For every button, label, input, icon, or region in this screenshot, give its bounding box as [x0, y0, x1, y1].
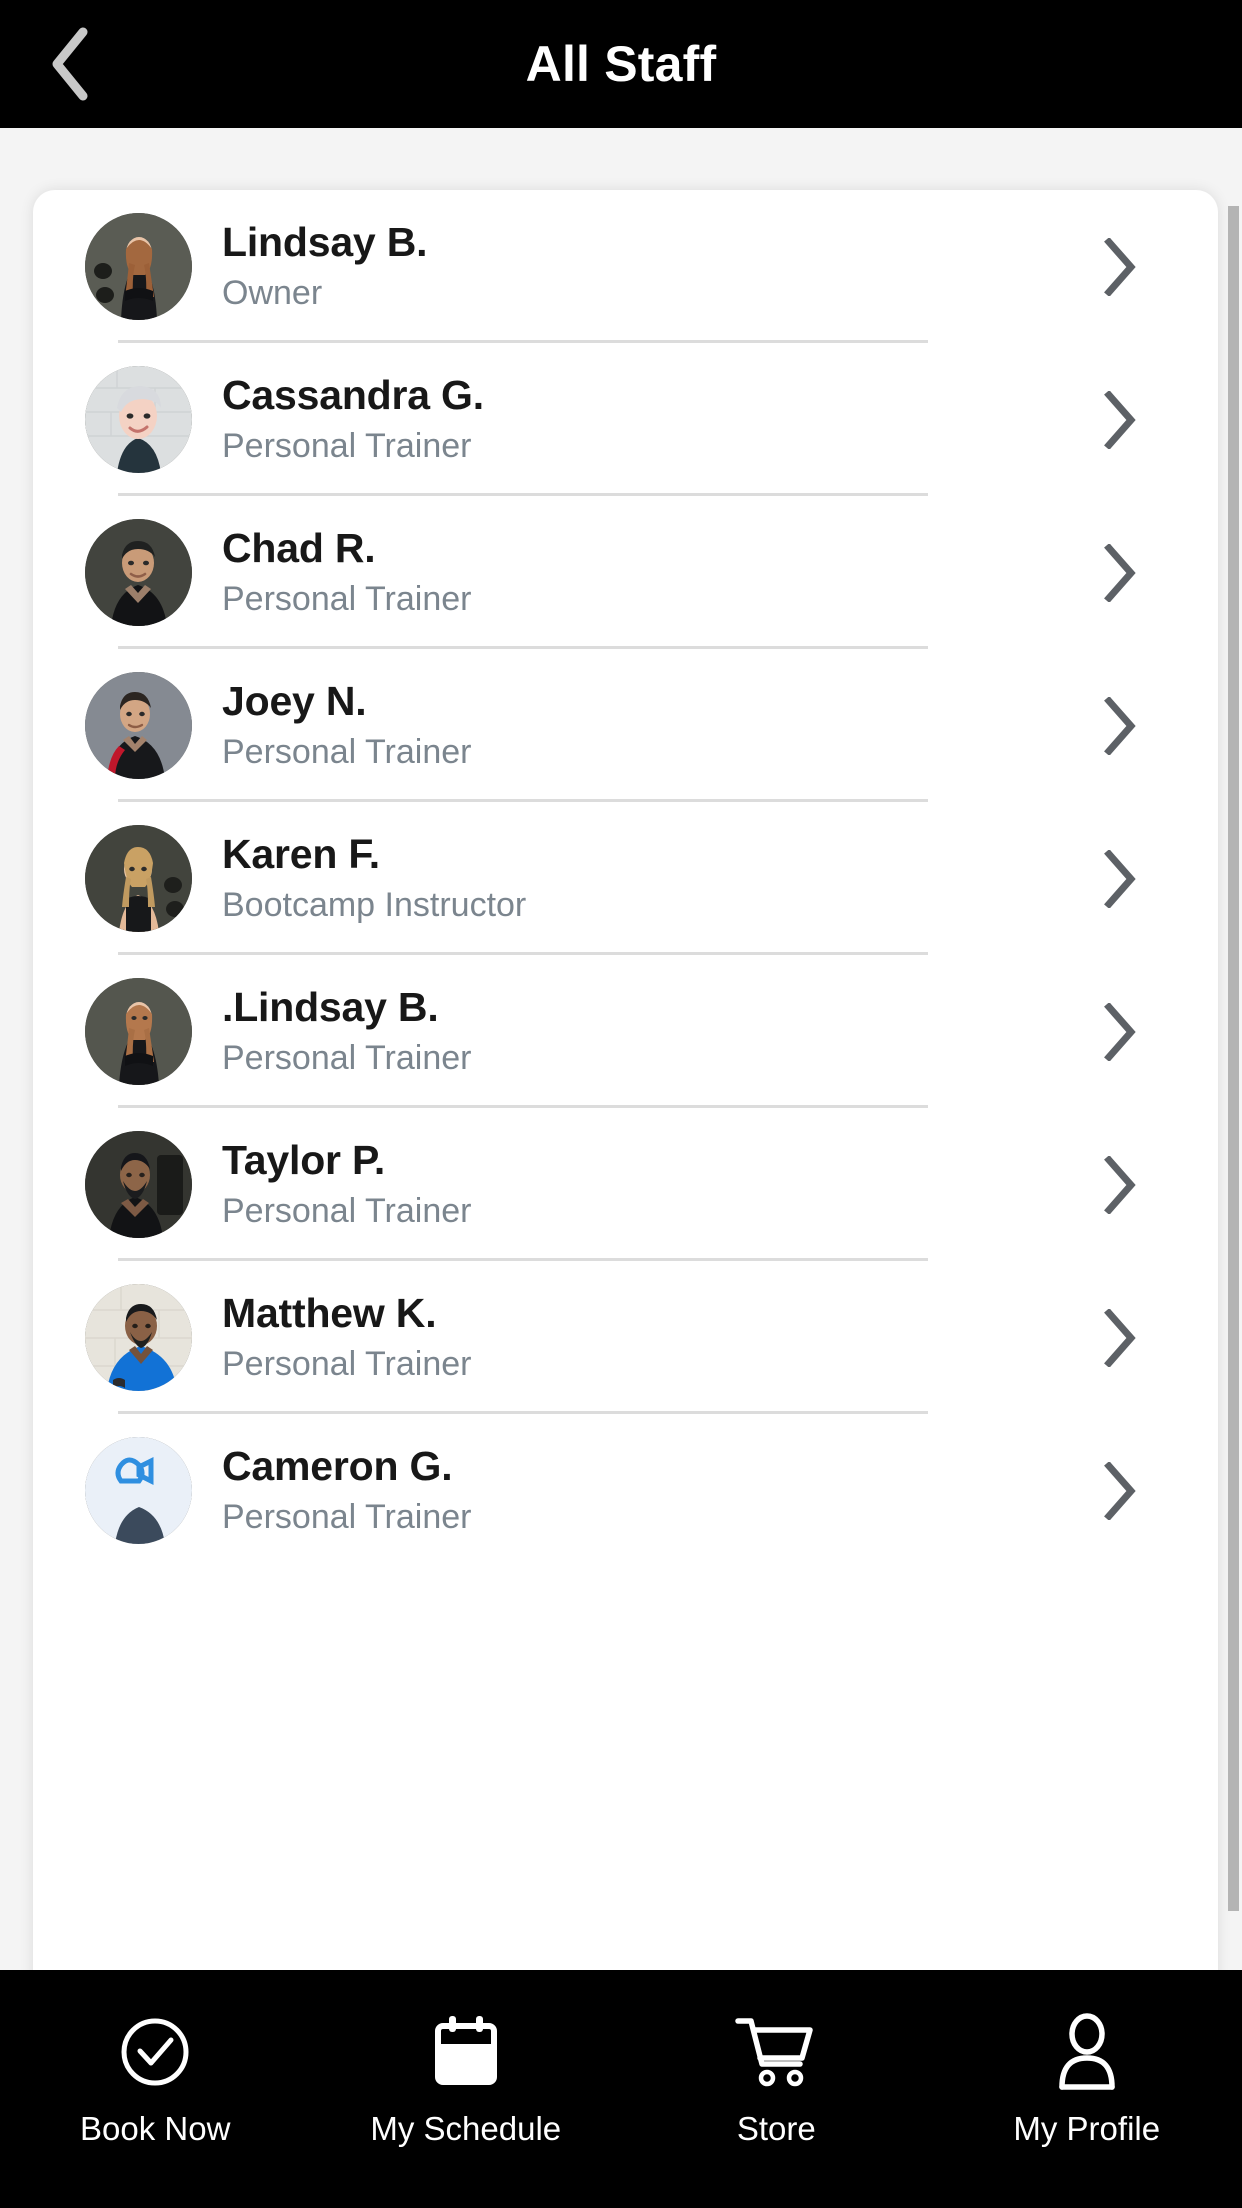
app-header: All Staff: [0, 0, 1242, 128]
avatar-karen-f: [85, 825, 192, 932]
person-icon: [1054, 2010, 1120, 2094]
chevron-right-icon[interactable]: [1090, 1308, 1150, 1368]
chevron-right-icon[interactable]: [1090, 543, 1150, 603]
shopping-cart-icon: [734, 2010, 818, 2094]
back-button[interactable]: [30, 24, 110, 104]
staff-scroll-area[interactable]: Lindsay B. Owner Cassandra G. Personal T…: [0, 128, 1242, 1970]
staff-row[interactable]: Joey N. Personal Trainer: [33, 649, 1218, 802]
avatar-chad-r: [85, 519, 192, 626]
staff-row[interactable]: Cassandra G. Personal Trainer: [33, 343, 1218, 496]
staff-row[interactable]: Cameron G. Personal Trainer: [33, 1414, 1218, 1567]
staff-role: Personal Trainer: [222, 579, 472, 618]
avatar-dot-lindsay-b: [85, 978, 192, 1085]
staff-row[interactable]: .Lindsay B. Personal Trainer: [33, 955, 1218, 1108]
staff-row-text: Chad R. Personal Trainer: [222, 525, 1090, 619]
staff-screen: All Staff Lindsay B. Owner Cassandra G. …: [0, 0, 1242, 2208]
staff-name: .Lindsay B.: [222, 984, 439, 1030]
calendar-icon: [433, 2010, 499, 2094]
scrollbar-track[interactable]: [1224, 140, 1242, 1970]
staff-row[interactable]: Taylor P. Personal Trainer: [33, 1108, 1218, 1261]
tab-book-now[interactable]: Book Now: [0, 1970, 311, 2208]
staff-role: Personal Trainer: [222, 1038, 472, 1077]
chevron-right-icon[interactable]: [1090, 390, 1150, 450]
tab-label: My Schedule: [370, 2110, 562, 2147]
staff-row-text: Lindsay B. Owner: [222, 219, 1090, 313]
staff-card: Lindsay B. Owner Cassandra G. Personal T…: [33, 190, 1218, 1970]
tab-my-schedule[interactable]: My Schedule: [311, 1970, 622, 2208]
staff-row-text: Taylor P. Personal Trainer: [222, 1137, 1090, 1231]
avatar-cameron-g: [85, 1437, 192, 1544]
staff-row-text: Cassandra G. Personal Trainer: [222, 372, 1090, 466]
staff-name: Cameron G.: [222, 1443, 453, 1489]
page-title: All Staff: [525, 36, 717, 92]
chevron-right-icon[interactable]: [1090, 849, 1150, 909]
chevron-left-icon: [47, 26, 93, 102]
avatar-lindsay-b: [85, 213, 192, 320]
chevron-right-icon[interactable]: [1090, 1002, 1150, 1062]
avatar-taylor-p: [85, 1131, 192, 1238]
check-circle-icon: [117, 2010, 193, 2094]
staff-row[interactable]: Lindsay B. Owner: [33, 190, 1218, 343]
tab-label: Store: [736, 2110, 816, 2147]
staff-name: Chad R.: [222, 525, 376, 571]
avatar-cassandra-g: [85, 366, 192, 473]
staff-row-text: Cameron G. Personal Trainer: [222, 1443, 1090, 1537]
chevron-right-icon[interactable]: [1090, 1155, 1150, 1215]
chevron-right-icon[interactable]: [1090, 1461, 1150, 1521]
staff-role: Bootcamp Instructor: [222, 885, 527, 924]
staff-row[interactable]: Karen F. Bootcamp Instructor: [33, 802, 1218, 955]
staff-row-text: Matthew K. Personal Trainer: [222, 1290, 1090, 1384]
staff-row-text: .Lindsay B. Personal Trainer: [222, 984, 1090, 1078]
staff-name: Joey N.: [222, 678, 367, 724]
staff-role: Personal Trainer: [222, 732, 472, 771]
staff-name: Karen F.: [222, 831, 380, 877]
scrollbar-thumb[interactable]: [1228, 206, 1239, 1911]
staff-role: Personal Trainer: [222, 426, 472, 465]
tab-store[interactable]: Store: [621, 1970, 932, 2208]
avatar-matthew-k: [85, 1284, 192, 1391]
avatar-joey-n: [85, 672, 192, 779]
staff-row[interactable]: Matthew K. Personal Trainer: [33, 1261, 1218, 1414]
tab-my-profile[interactable]: My Profile: [932, 1970, 1242, 2208]
staff-name: Taylor P.: [222, 1137, 386, 1183]
staff-role: Personal Trainer: [222, 1191, 472, 1230]
staff-row-text: Joey N. Personal Trainer: [222, 678, 1090, 772]
staff-name: Cassandra G.: [222, 372, 484, 418]
staff-role: Personal Trainer: [222, 1344, 472, 1383]
staff-name: Lindsay B.: [222, 219, 428, 265]
chevron-right-icon[interactable]: [1090, 237, 1150, 297]
tab-label: My Profile: [1013, 2110, 1161, 2147]
staff-row-text: Karen F. Bootcamp Instructor: [222, 831, 1090, 925]
staff-role: Personal Trainer: [222, 1497, 472, 1536]
staff-name: Matthew K.: [222, 1290, 437, 1336]
tab-label: Book Now: [80, 2110, 231, 2147]
chevron-right-icon[interactable]: [1090, 696, 1150, 756]
bottom-tab-bar: Book Now My Schedule Store My Profile: [0, 1970, 1242, 2208]
staff-role: Owner: [222, 273, 323, 312]
staff-row[interactable]: Chad R. Personal Trainer: [33, 496, 1218, 649]
